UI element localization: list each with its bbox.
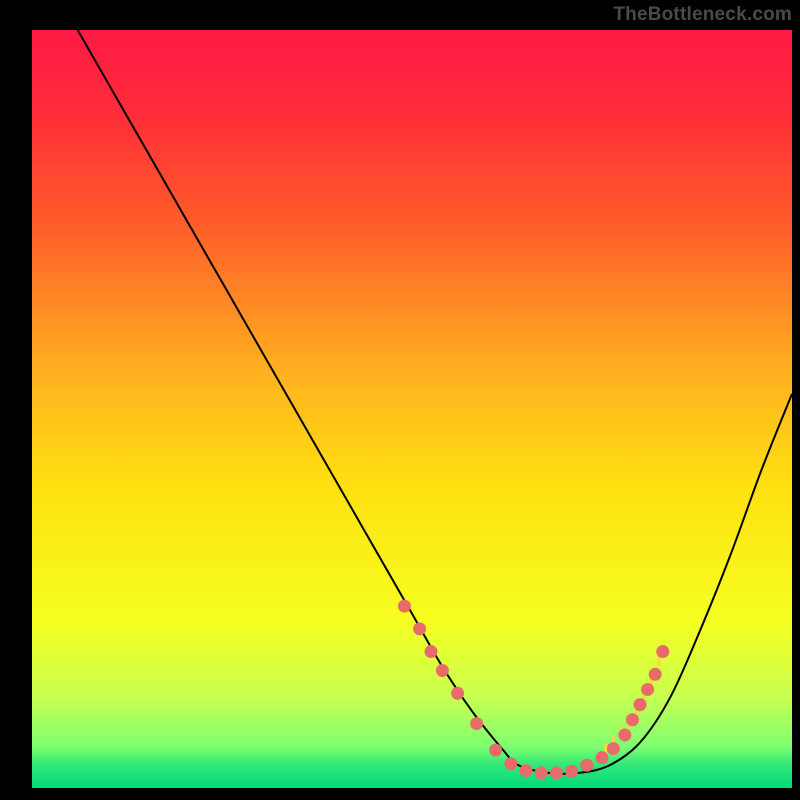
watermark-text: TheBottleneck.com [613,4,792,26]
highlight-point [634,698,647,711]
highlight-point [436,664,449,677]
highlight-point [656,645,669,658]
highlight-point [607,742,620,755]
highlight-point [626,713,639,726]
highlight-point [641,683,654,696]
highlight-point [398,600,411,613]
chart-background [32,30,792,788]
highlight-point [535,766,548,779]
chart-svg [32,30,792,788]
highlight-point [451,687,464,700]
highlight-point [550,766,563,779]
highlight-point [425,645,438,658]
bottleneck-chart [32,30,792,788]
highlight-point [580,759,593,772]
highlight-point [596,751,609,764]
highlight-point [489,744,502,757]
highlight-point [520,764,533,777]
highlight-point [504,757,517,770]
highlight-point [649,668,662,681]
highlight-point [618,728,631,741]
highlight-point [565,765,578,778]
highlight-point [470,717,483,730]
highlight-point [413,622,426,635]
